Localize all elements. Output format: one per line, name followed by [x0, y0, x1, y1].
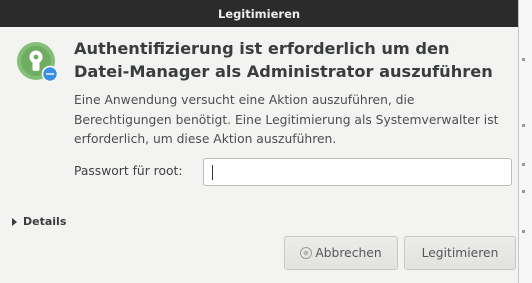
auth-dialog: Legitimieren Authentifizierung ist erfor… — [0, 0, 519, 283]
dialog-description: Eine Anwendung versucht eine Aktion ausz… — [74, 93, 499, 146]
authenticate-button[interactable]: Legitimieren — [404, 236, 516, 270]
details-expander[interactable]: Details — [12, 215, 66, 228]
padlock-keyhole-icon — [17, 42, 59, 83]
background-mark — [522, 163, 525, 166]
background-mark — [522, 230, 525, 233]
background-mark — [522, 124, 525, 127]
dialog-heading: Authentifizierung ist erforderlich um de… — [74, 39, 493, 81]
background-window-edge — [519, 0, 532, 283]
password-label: Passwort für root: — [74, 164, 183, 178]
details-label: Details — [23, 215, 67, 228]
cancel-button[interactable]: Abbrechen — [284, 236, 398, 270]
window-title: Legitimieren — [217, 6, 301, 21]
triangle-right-icon — [12, 217, 17, 226]
authenticate-button-label: Legitimieren — [421, 246, 499, 260]
cancel-button-label: Abbrechen — [315, 246, 382, 260]
background-mark — [522, 190, 525, 193]
title-bar[interactable]: Legitimieren — [0, 0, 518, 27]
password-input[interactable] — [203, 158, 512, 186]
background-mark — [522, 58, 525, 61]
text-caret — [212, 165, 213, 180]
radio-icon — [300, 247, 313, 259]
